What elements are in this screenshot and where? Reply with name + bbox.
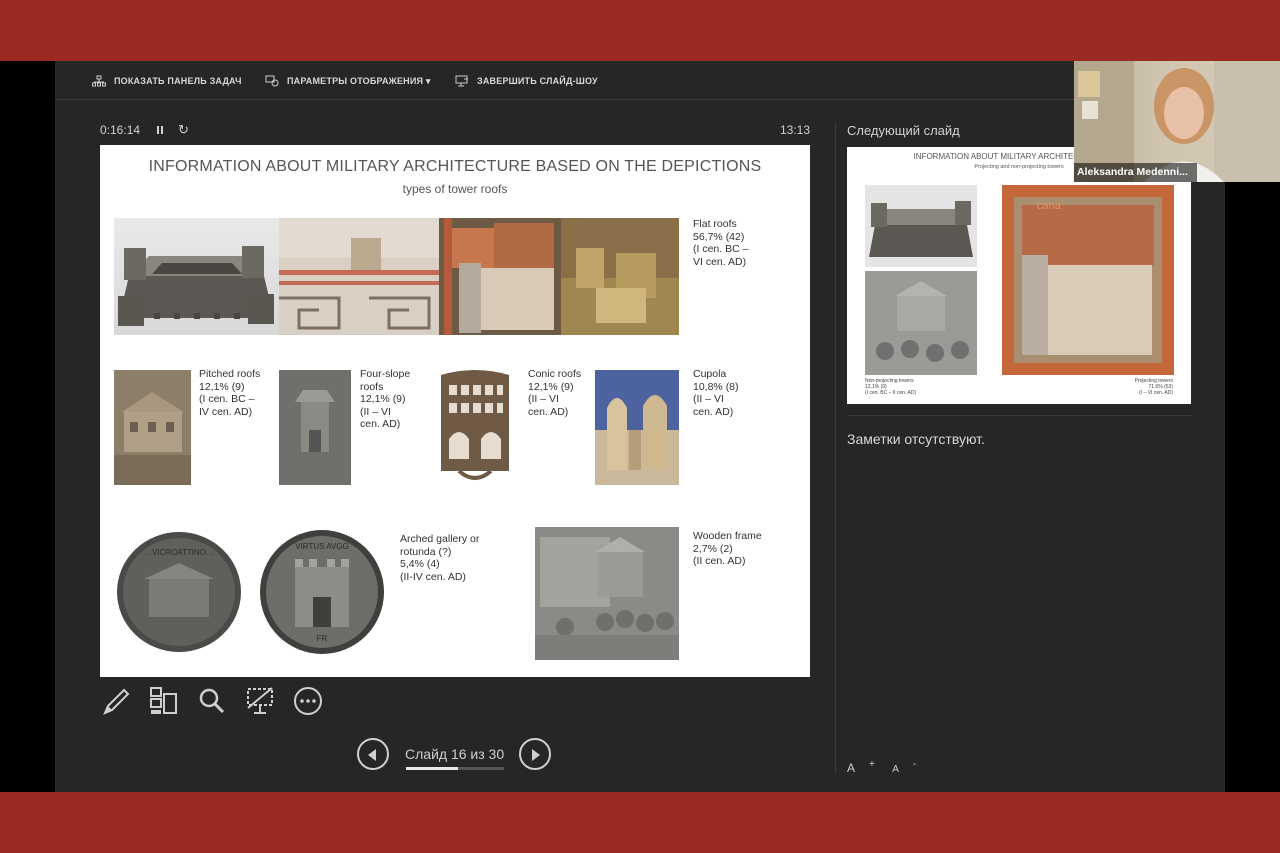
slide-navigation: Слайд 16 из 30 [357,736,557,776]
next-slide-heading: Следующий слайд [847,123,960,138]
speaker-notes: Заметки отсутствуют. [847,431,985,447]
presenter-view: ПОКАЗАТЬ ПАНЕЛЬ ЗАДАЧ ПАРАМЕТРЫ ОТОБРАЖЕ… [55,61,1225,792]
participant-name: Aleksandra Medenni... [1074,163,1197,182]
previous-slide-button[interactable] [357,738,389,770]
presenter-toolbar: ПОКАЗАТЬ ПАНЕЛЬ ЗАДАЧ ПАРАМЕТРЫ ОТОБРАЖЕ… [55,61,1225,100]
next-slide-watermark: cana [1037,200,1062,212]
clay-fortress-model-photo [114,218,279,335]
golden-mosaic-city-photo [561,218,679,335]
slide-counter: Слайд 16 из 30 [405,746,505,762]
end-slideshow-label: ЗАВЕРШИТЬ СЛАЙД-ШОУ [477,76,598,86]
show-taskbar-label: ПОКАЗАТЬ ПАНЕЛЬ ЗАДАЧ [114,76,242,86]
next-slide-relief-photo [865,271,977,375]
top-band [0,0,1280,61]
coin-2-mint-mark: FR [317,634,328,643]
next-slide-caption-right: Projecting towers 71,6% (53) (I – VI cen… [1134,378,1173,396]
increase-font-button[interactable]: A + [847,759,875,775]
slide-progress-fill [406,767,459,770]
arched-gallery-label: Arched gallery or rotunda (?) 5,4% (4) (… [400,533,480,583]
cupola-label: Cupola 10,8% (8) (II – VI cen. AD) [693,368,739,418]
relief-pitched-roof-photo [114,370,191,485]
coin-1-legend: …VICROATTINO… [144,548,214,557]
end-slideshow-button[interactable]: ЗАВЕРШИТЬ СЛАЙД-ШОУ [455,75,598,87]
display-settings-button[interactable]: ПАРАМЕТРЫ ОТОБРАЖЕНИЯ ▾ [265,75,431,87]
see-all-slides-icon[interactable] [147,684,181,718]
coin-1-photo: …VICROATTINO… [114,527,244,657]
next-slide-preview[interactable]: INFORMATION ABOUT MILITARY ARCHITECTURE … [847,147,1191,404]
column-relief-photo [535,527,679,660]
current-time: 13:13 [779,123,810,137]
black-screen-icon[interactable] [243,684,277,718]
webcam-video: Aleksandra Medenni... [1074,61,1280,182]
four-slope-roofs-label: Four-slope roofs 12,1% (9) (II – VI cen.… [360,368,411,430]
decrease-font-label: A [892,764,899,775]
reset-timer-icon[interactable]: ↻ [178,122,189,138]
taskbar-icon [92,75,106,87]
slide-subtitle: types of tower roofs [402,182,508,196]
manuscript-city-photo [439,218,561,335]
coin-2-photo: VIRTUS AVGG FR [257,527,387,657]
mosaic-cupola-photo [595,370,679,485]
pen-tool-icon[interactable] [100,684,134,718]
conic-roofs-label: Conic roofs 12,1% (9) (II – VI cen. AD) [528,368,582,418]
next-slide-fortress-photo [865,185,977,267]
pitched-roofs-label: Pitched roofs 12,1% (9) (I cen. BC – IV … [199,368,261,418]
display-settings-label: ПАРАМЕТРЫ ОТОБРАЖЕНИЯ ▾ [287,75,431,86]
ivory-gate-drawing [431,367,519,485]
next-slide-caption-left: Non-projecting towers 12,1% (9) (I cen. … [865,378,917,396]
notes-divider [847,415,1192,416]
elapsed-timer: 0:16:14 [100,123,141,137]
panel-divider[interactable] [835,123,836,773]
next-slide-manuscript-photo: cana [1002,185,1174,375]
end-slideshow-icon [455,75,469,87]
wooden-frame-label: Wooden frame 2,7% (2) (II cen. AD) [693,530,762,567]
next-slide-button[interactable] [519,738,551,770]
more-options-icon[interactable] [291,684,325,718]
font-size-controls: A + A- [847,759,930,775]
current-slide[interactable]: INFORMATION ABOUT MILITARY ARCHITECTURE … [100,145,810,677]
decrease-font-button[interactable]: A- [892,759,916,775]
increase-font-label: A [847,761,856,775]
pause-icon[interactable] [156,124,166,136]
timer-row: 0:16:14 ↻ 13:13 [100,122,810,139]
mosaic-wall-photo [279,218,439,335]
coin-2-legend: VIRTUS AVGG [295,542,349,551]
zoom-icon[interactable] [195,684,229,718]
show-taskbar-button[interactable]: ПОКАЗАТЬ ПАНЕЛЬ ЗАДАЧ [92,75,242,87]
bottom-band [0,792,1280,853]
coin-four-slope-photo [279,370,351,485]
display-settings-icon [265,75,279,87]
flat-roofs-label: Flat roofs 56,7% (42) (I cen. BC – VI ce… [693,218,749,268]
slide-title: INFORMATION ABOUT MILITARY ARCHITECTURE … [148,158,762,175]
slide-progress-bar [406,767,504,770]
